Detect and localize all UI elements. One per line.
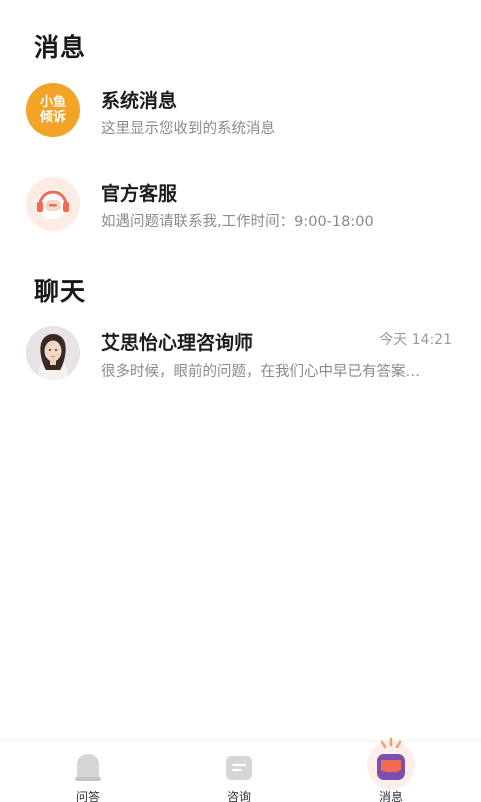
chat-section-title: 聊天 bbox=[34, 277, 87, 306]
messages-section-title: 消息 bbox=[34, 33, 87, 62]
system-message-title: 系统消息 bbox=[101, 90, 178, 112]
customer-service-subtitle: 如遇问题请联系我,工作时间：9:00-18:00 bbox=[101, 214, 374, 230]
tab-message-label: 消息 bbox=[378, 790, 403, 802]
customer-service-title: 官方客服 bbox=[101, 183, 178, 205]
qa-icon bbox=[73, 751, 103, 789]
chat-time: 今天 14:21 bbox=[379, 332, 452, 348]
tab-qa[interactable]: 问答 bbox=[48, 741, 128, 802]
customer-service-row[interactable]: 官方客服 如遇问题请联系我,工作时间：9:00-18:00 bbox=[0, 172, 481, 252]
tab-consult-label: 咨询 bbox=[226, 790, 251, 802]
tab-qa-label: 问答 bbox=[75, 790, 100, 802]
chat-row[interactable]: 艾思怡心理咨询师 今天 14:21 很多时候，眼前的问题，在我们心中早已有答案… bbox=[0, 322, 481, 402]
system-logo: 小鱼 倾诉 bbox=[26, 83, 80, 137]
headset-icon bbox=[26, 177, 80, 231]
logo-text-line1: 小鱼 bbox=[39, 95, 66, 110]
message-icon bbox=[364, 737, 418, 793]
chat-preview: 很多时候，眼前的问题，在我们心中早已有答案… bbox=[101, 364, 420, 380]
tab-message[interactable]: 消息 bbox=[351, 737, 431, 802]
counselor-avatar bbox=[26, 326, 80, 380]
chat-contact-name: 艾思怡心理咨询师 bbox=[101, 332, 254, 354]
system-message-row[interactable]: 小鱼 倾诉 系统消息 这里显示您收到的系统消息 bbox=[0, 80, 481, 160]
tab-consult[interactable]: 咨询 bbox=[199, 741, 279, 802]
bottom-tab-bar: 问答 咨询 消息 bbox=[0, 737, 481, 802]
logo-text-line2: 倾诉 bbox=[39, 110, 66, 125]
consult-icon bbox=[224, 754, 254, 788]
system-message-subtitle: 这里显示您收到的系统消息 bbox=[101, 121, 275, 137]
